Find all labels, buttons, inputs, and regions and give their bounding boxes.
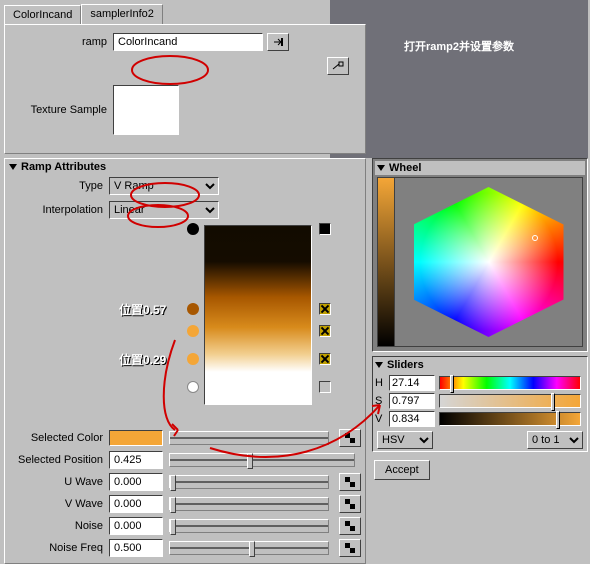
noise-label: Noise <box>9 520 109 532</box>
tab-colorincand[interactable]: ColorIncand <box>4 5 81 25</box>
tab-strip: ColorIncand samplerInfo2 <box>4 4 370 24</box>
uwave-input[interactable] <box>109 473 163 491</box>
noisefreq-label: Noise Freq <box>9 542 109 554</box>
noisefreq-slider[interactable] <box>169 541 329 555</box>
ramp-nav-button[interactable] <box>267 33 289 51</box>
ramp-gradient-strip[interactable] <box>204 225 312 405</box>
ramp-delete-057[interactable] <box>319 303 331 315</box>
selected-position-label: Selected Position <box>9 454 109 466</box>
color-picker-panel: Wheel Sliders H S V <box>372 158 588 482</box>
ramp-attributes-section: Ramp Attributes Type V Ramp Interpolatio… <box>4 158 366 564</box>
section-title: Ramp Attributes <box>21 161 106 173</box>
left-column: ColorIncand samplerInfo2 ramp Texture Sa… <box>0 0 370 564</box>
type-dropdown[interactable]: V Ramp <box>109 177 219 195</box>
tab-label: samplerInfo2 <box>90 8 154 20</box>
s-slider[interactable] <box>439 394 581 408</box>
x-icon <box>320 326 330 336</box>
selected-position-input[interactable] <box>109 451 163 469</box>
noisefreq-input[interactable] <box>109 539 163 557</box>
x-icon <box>320 304 330 314</box>
ramp-handle-057[interactable] <box>187 303 199 315</box>
tab-label: ColorIncand <box>13 9 72 21</box>
h-slider[interactable] <box>439 376 581 390</box>
ramp-gradient-widget[interactable]: 位置0.57 位置0.29 <box>9 225 361 425</box>
section-header-ramp-attrs[interactable]: Ramp Attributes <box>9 161 361 173</box>
wheel-section: Wheel <box>372 158 588 352</box>
selected-color-swatch[interactable] <box>109 430 163 446</box>
v-label: V <box>375 413 389 425</box>
accept-button[interactable]: Accept <box>374 460 430 480</box>
collapse-icon <box>377 165 385 171</box>
color-wheel-marker[interactable] <box>532 235 538 241</box>
tab-samplerinfo2[interactable]: samplerInfo2 <box>81 4 163 24</box>
checker-icon <box>345 543 355 553</box>
v-input[interactable] <box>389 411 435 427</box>
ramp-delete-029[interactable] <box>319 353 331 365</box>
checker-icon <box>345 433 355 443</box>
wheel-header[interactable]: Wheel <box>375 161 585 175</box>
noise-input[interactable] <box>109 517 163 535</box>
annotation-pos-029: 位置0.29 <box>119 351 166 368</box>
selected-color-slider[interactable] <box>169 431 329 445</box>
noise-slider[interactable] <box>169 519 329 533</box>
ramp-delete-0425[interactable] <box>319 325 331 337</box>
value-strip[interactable] <box>377 177 395 347</box>
vwave-input[interactable] <box>109 495 163 513</box>
h-input[interactable] <box>389 375 435 391</box>
color-wheel-area[interactable] <box>395 177 583 347</box>
vwave-slider[interactable] <box>169 497 329 511</box>
ramp-name-input[interactable] <box>113 33 263 51</box>
selected-position-slider[interactable] <box>169 453 355 467</box>
selected-color-label: Selected Color <box>9 432 109 444</box>
noise-map-button[interactable] <box>339 517 361 535</box>
ramp-delete-top[interactable] <box>319 223 331 235</box>
interp-label: Interpolation <box>9 204 109 216</box>
wheel-title: Wheel <box>389 162 421 174</box>
texture-sample-label: Texture Sample <box>13 104 113 116</box>
ramp-handle-top[interactable] <box>187 223 199 235</box>
ramp-field-label: ramp <box>13 36 113 48</box>
v-slider[interactable] <box>439 412 581 426</box>
uwave-map-button[interactable] <box>339 473 361 491</box>
annotation-pos-057: 位置0.57 <box>119 301 166 318</box>
uwave-slider[interactable] <box>169 475 329 489</box>
color-range-dropdown[interactable]: 0 to 1 <box>527 431 583 449</box>
h-label: H <box>375 377 389 389</box>
checker-icon <box>345 521 355 531</box>
accept-label: Accept <box>385 464 419 476</box>
collapse-icon <box>375 362 383 368</box>
noisefreq-map-button[interactable] <box>339 539 361 557</box>
type-label: Type <box>9 180 109 192</box>
annotation-text: 打开ramp2并设置参数 <box>404 38 514 54</box>
vwave-map-button[interactable] <box>339 495 361 513</box>
color-hexagon[interactable] <box>414 187 564 337</box>
arrow-icon <box>272 37 284 47</box>
s-input[interactable] <box>389 393 435 409</box>
selected-color-map-button[interactable] <box>339 429 361 447</box>
ramp-create-button[interactable] <box>327 57 349 75</box>
texture-sample-swatch <box>113 85 179 135</box>
new-node-icon <box>332 61 344 71</box>
sliders-title: Sliders <box>387 359 424 371</box>
ramp-delete-bottom[interactable] <box>319 381 331 393</box>
x-icon <box>320 354 330 364</box>
vwave-label: V Wave <box>9 498 109 510</box>
sliders-header[interactable]: Sliders <box>375 359 585 371</box>
uwave-label: U Wave <box>9 476 109 488</box>
ramp-handle-0425[interactable] <box>187 325 199 337</box>
color-mode-dropdown[interactable]: HSV <box>377 431 433 449</box>
s-label: S <box>375 395 389 407</box>
ramp-handle-029[interactable] <box>187 353 199 365</box>
ramp-handle-bottom[interactable] <box>187 381 199 393</box>
collapse-icon <box>9 164 17 170</box>
interp-dropdown[interactable]: Linear <box>109 201 219 219</box>
checker-icon <box>345 477 355 487</box>
sliders-section: Sliders H S V HSV 0 to 1 <box>372 356 588 452</box>
tab-body: ramp Texture Sample <box>4 24 366 154</box>
checker-icon <box>345 499 355 509</box>
